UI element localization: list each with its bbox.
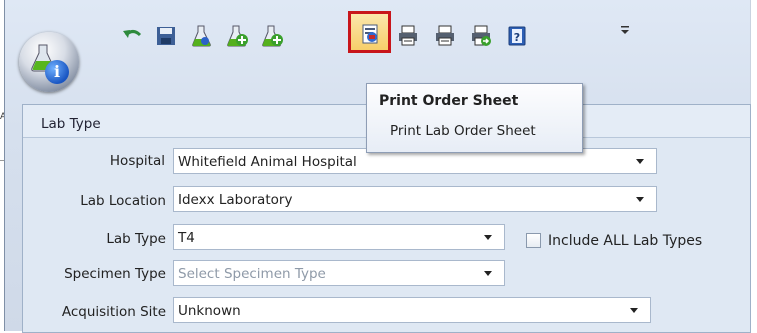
chevron-down-icon	[636, 159, 644, 164]
print-icon[interactable]	[397, 25, 419, 47]
add-lab-icon[interactable]	[227, 25, 249, 47]
quick-access-toolbar: i ?	[5, 0, 749, 94]
specimen-type-select[interactable]: Select Specimen Type	[173, 260, 505, 286]
lab-type-value: T4	[178, 230, 195, 246]
print-order-sheet-button[interactable]	[348, 11, 391, 53]
acquisition-site-label: Acquisition Site	[61, 304, 166, 320]
lab-location-select[interactable]: Idexx Laboratory	[173, 186, 657, 212]
lab-location-label: Lab Location	[80, 193, 166, 209]
include-all-checkbox[interactable]	[526, 233, 541, 248]
hospital-label: Hospital	[109, 153, 165, 169]
save-icon[interactable]	[155, 25, 177, 47]
print-2-icon[interactable]	[434, 25, 456, 47]
tooltip: Print Order Sheet Print Lab Order Sheet	[366, 83, 583, 153]
overflow-icon[interactable]	[620, 24, 630, 36]
svg-text:?: ?	[514, 31, 520, 44]
specimen-type-placeholder: Select Specimen Type	[178, 266, 326, 282]
print-order-sheet-icon	[362, 24, 378, 44]
info-icon: i	[45, 60, 69, 84]
hospital-value: Whitefield Animal Hospital	[178, 154, 357, 170]
lab-location-value: Idexx Laboratory	[178, 192, 293, 208]
chevron-down-icon	[630, 308, 638, 313]
chevron-down-icon	[484, 235, 492, 240]
lab-type-select[interactable]: T4	[173, 224, 505, 250]
help-icon[interactable]: ?	[506, 25, 528, 47]
lab-type-label: Lab Type	[106, 231, 166, 247]
print-go-icon[interactable]	[470, 25, 492, 47]
chevron-down-icon	[484, 271, 492, 276]
app-orb-button[interactable]: i	[19, 32, 79, 92]
panel-title: Lab Type	[41, 116, 101, 132]
tooltip-body: Print Lab Order Sheet	[390, 123, 536, 139]
lab-flask-icon[interactable]	[191, 25, 213, 47]
acquisition-site-value: Unknown	[178, 303, 241, 319]
tooltip-title: Print Order Sheet	[379, 93, 519, 109]
acquisition-site-select[interactable]: Unknown	[173, 297, 651, 323]
include-all-label[interactable]: Include ALL Lab Types	[548, 233, 702, 249]
undo-icon[interactable]	[122, 25, 144, 47]
chevron-down-icon	[636, 197, 644, 202]
add-lab-2-icon[interactable]	[262, 25, 284, 47]
specimen-type-label: Specimen Type	[64, 266, 166, 282]
